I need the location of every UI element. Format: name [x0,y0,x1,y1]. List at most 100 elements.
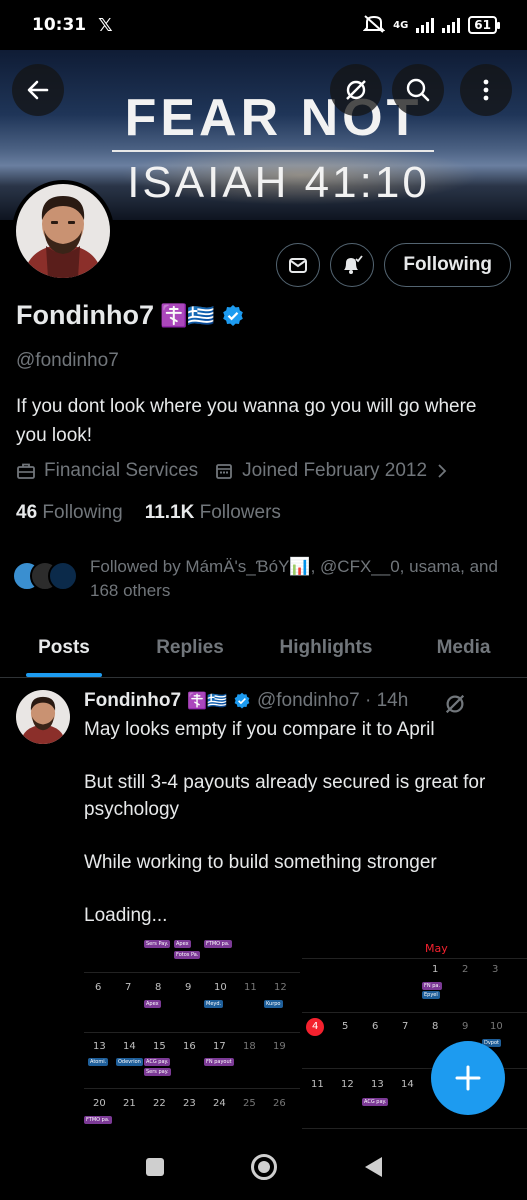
followers-count: 11.1K [144,502,195,523]
calendar-pill: Fotos Pa. [174,951,201,959]
post-body: May looks empty if you compare it to Apr… [84,716,514,955]
back-button[interactable] [12,64,64,116]
calendar-pill: FTMO pa. [204,940,232,948]
bell-check-icon [344,255,364,274]
post-paragraph: While working to build something stronge… [84,852,437,873]
category-item[interactable]: Financial Services [16,460,198,482]
calendar-day: 21 [123,1098,136,1109]
avatar [48,561,78,591]
calendar-pill: FTMO pa. [84,1116,112,1124]
post-avatar[interactable] [16,690,70,744]
calendar-day: 3 [492,964,499,975]
x-logo-icon: 𝕏 [98,14,113,36]
followers-link[interactable]: 11.1K Followers [145,502,281,524]
grok-icon [346,80,366,100]
following-count-label: Following [42,502,123,523]
calendar-pill: Sers pay. [144,1068,171,1076]
network-type: 4G [393,19,409,31]
calendar-day: 5 [342,1021,349,1032]
calendar-pill: Epyel [422,991,440,999]
profile-name-row: Fondinho7 ☦️🇬🇷 [16,300,245,331]
calendar-day: 23 [183,1098,196,1109]
calendar-day: 20 [93,1098,106,1109]
calendar-pill: FN payout [204,1058,234,1066]
calendar-day: 10 [214,982,227,993]
calendar-day: 8 [155,982,162,993]
calendar-day: 22 [153,1098,166,1109]
back-nav-button[interactable] [351,1145,395,1189]
calendar-day: 9 [185,982,192,993]
triangle-back-icon [364,1157,382,1177]
calendar-day: 13 [93,1041,106,1052]
calendar-day: 13 [371,1079,384,1090]
home-button[interactable] [242,1145,286,1189]
mute-icon [362,14,386,37]
post-paragraph: May looks empty if you compare it to Apr… [84,719,435,740]
profile-tabs: Posts Replies Highlights Media [0,622,527,678]
calendar-pill: Odevrion [116,1058,143,1066]
post-paragraph: But still 3-4 payouts already secured is… [84,772,486,820]
calendar-day: 7 [125,982,132,993]
post-author[interactable]: Fondinho7 [84,690,181,712]
envelope-icon [289,258,308,273]
chevron-right-icon [438,464,447,478]
status-bar: 10:31 𝕏 4G 61 [0,0,527,50]
message-button[interactable] [276,243,321,287]
post-emoji: ☦️🇬🇷 [187,693,227,710]
calendar-pill: ACG pay. [144,1058,171,1066]
more-button[interactable] [460,64,512,116]
calendar-day: 10 [490,1021,503,1032]
circle-icon [250,1154,277,1180]
profile-avatar[interactable] [12,180,114,282]
recents-button[interactable] [133,1145,177,1189]
follow-counts: 46 Following 11.1K Followers [16,502,281,524]
calendar-pill: FN pa. [422,982,443,990]
grok-icon[interactable] [443,692,467,716]
profile-name: Fondinho7 [16,300,154,330]
profile-actions: Following [276,243,511,287]
calendar-day: 16 [183,1041,196,1052]
tab-posts[interactable]: Posts [0,622,128,677]
grok-button[interactable] [330,64,382,116]
verified-badge-icon [222,304,243,326]
calendar-day: 24 [213,1098,226,1109]
compose-button[interactable] [431,1041,505,1115]
joined-item[interactable]: Joined February 2012 [214,460,449,482]
post-handle-time: @fondinho7 · 14h [256,690,409,711]
battery-indicator: 61 [468,16,500,34]
post-paragraph: Loading... [84,905,168,926]
banner-line-1: FEAR NOT [124,89,423,147]
calendar-day: 18 [243,1041,256,1052]
calendar-day: 17 [213,1041,226,1052]
tab-replies[interactable]: Replies [128,622,252,677]
calendar-pill: Meyd. [204,1000,224,1008]
search-button[interactable] [392,64,444,116]
calendar-pill: Kurpo [264,1000,283,1008]
profile-handle: @fondinho7 [16,350,119,371]
calendar-pill: Apex [174,940,191,948]
calendar-day: 6 [372,1021,379,1032]
calendar-day: 14 [123,1041,136,1052]
following-count: 46 [16,502,38,523]
following-button[interactable]: Following [384,243,511,287]
profile-bio: If you dont look where you wanna go you … [16,396,477,446]
plus-icon [455,1065,481,1091]
tab-highlights[interactable]: Highlights [252,622,400,677]
calendar-pill: Apex [144,1000,161,1008]
calendar-day: 12 [274,982,287,993]
calendar-icon [216,464,233,479]
followed-by[interactable]: Followed by MámÄ's_ƁóY📊, @CFX__0, usama,… [12,555,510,603]
signal-icon [416,17,435,33]
tab-media[interactable]: Media [400,622,527,677]
calendar-day: 4 [312,1021,319,1032]
followers-count-label: Followers [199,502,281,523]
profile-emoji: ☦️🇬🇷 [159,302,215,328]
system-nav-bar [0,1134,527,1200]
search-icon [406,78,430,102]
arrow-left-icon [27,80,49,100]
notifications-button[interactable] [330,243,375,287]
calendar-day: 11 [311,1079,324,1090]
following-link[interactable]: 46 Following [16,502,123,524]
calendar-day: 12 [341,1079,354,1090]
status-time: 10:31 [32,15,87,35]
